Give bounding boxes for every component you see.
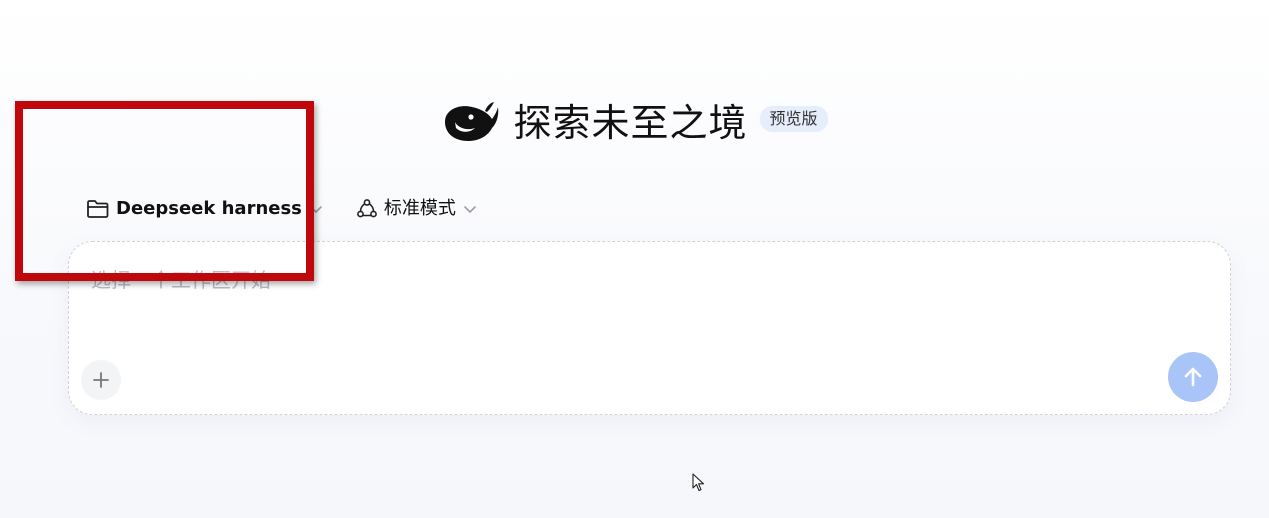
plus-icon bbox=[93, 372, 109, 388]
chevron-down-icon bbox=[310, 206, 322, 213]
send-button[interactable] bbox=[1168, 352, 1218, 402]
mode-selector[interactable]: 标准模式 bbox=[356, 196, 478, 222]
page-title: 探索未至之境 bbox=[513, 101, 748, 145]
workspace-selector[interactable]: Deepseek harness bbox=[86, 196, 324, 222]
workspace-label: Deepseek harness bbox=[116, 198, 302, 219]
cycle-icon bbox=[357, 199, 377, 218]
folder-icon bbox=[87, 200, 109, 218]
mouse-cursor-icon bbox=[692, 473, 705, 492]
message-input[interactable] bbox=[91, 264, 1191, 324]
arrow-up-icon bbox=[1184, 367, 1202, 387]
mode-label: 标准模式 bbox=[383, 198, 456, 219]
add-attachment-button[interactable] bbox=[81, 360, 121, 400]
preview-badge: 预览版 bbox=[759, 106, 828, 132]
toolbar: Deepseek harness 标准模式 bbox=[86, 196, 478, 222]
chevron-down-icon bbox=[464, 206, 476, 213]
message-composer bbox=[68, 241, 1231, 415]
header: 探索未至之境 预览版 bbox=[0, 100, 1269, 146]
whale-icon bbox=[445, 102, 499, 141]
